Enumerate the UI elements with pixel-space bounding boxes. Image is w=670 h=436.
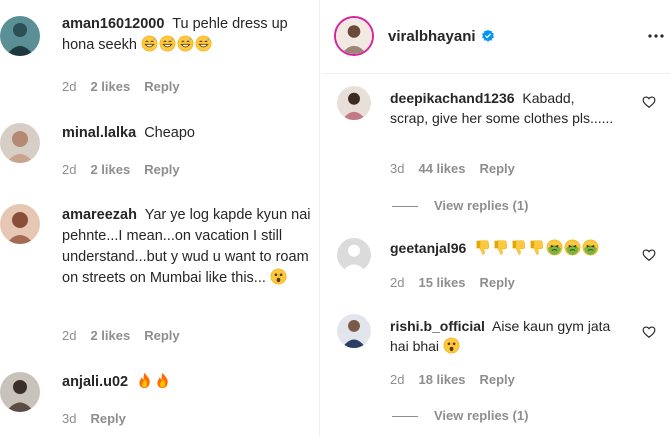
thumbs-down-emoji-icon: [528, 239, 545, 256]
comment-item: rishi.b_official Aise kaun gym jata hai …: [322, 304, 670, 436]
comments-panel-right: viralbhayani deepikachand1236 Kabadd, sc…: [322, 0, 670, 436]
avatar[interactable]: [0, 16, 40, 56]
reply-button[interactable]: Reply: [479, 275, 514, 290]
comment-username[interactable]: geetanjal96: [390, 240, 466, 256]
comment-item: minal.lalka Cheapo 2d 2 likes Reply: [0, 110, 318, 185]
nauseated-emoji-icon: [564, 239, 581, 256]
nauseated-emoji-icon: [546, 239, 563, 256]
comment-likes[interactable]: 18 likes: [418, 372, 465, 387]
astonished-emoji-icon: [270, 268, 287, 285]
view-replies-line: [392, 416, 418, 418]
header-avatar[interactable]: [334, 16, 374, 56]
comment-username[interactable]: amareezah: [62, 207, 137, 223]
comment-meta: 3d Reply: [62, 411, 140, 426]
reply-button[interactable]: Reply: [144, 79, 179, 94]
avatar[interactable]: [337, 314, 371, 348]
like-heart-icon[interactable]: [642, 325, 656, 339]
comment-time: 3d: [62, 411, 77, 426]
fire-emoji-icon: [154, 372, 171, 389]
comment-body: minal.lalka Cheapo: [62, 123, 316, 144]
comment-likes[interactable]: 15 likes: [418, 275, 465, 290]
view-replies-button[interactable]: View replies (1): [392, 198, 528, 213]
grinning-sweat-emoji-icon: [195, 35, 212, 52]
comment-likes[interactable]: 44 likes: [418, 161, 465, 176]
view-replies-button[interactable]: View replies (1): [392, 408, 528, 423]
grinning-sweat-emoji-icon: [177, 35, 194, 52]
like-heart-icon[interactable]: [642, 248, 656, 262]
comment-time: 2d: [62, 328, 77, 343]
panel-divider: [319, 0, 320, 436]
thumbs-down-emoji-icon: [474, 239, 491, 256]
avatar[interactable]: [337, 238, 371, 272]
avatar[interactable]: [0, 372, 40, 412]
comment-body: anjali.u02: [62, 372, 316, 393]
header-username[interactable]: viralbhayani: [388, 28, 476, 45]
avatar[interactable]: [337, 86, 371, 120]
more-options-icon[interactable]: [646, 28, 666, 44]
comment-body: rishi.b_official Aise kaun gym jata hai …: [390, 316, 630, 356]
comment-username[interactable]: rishi.b_official: [390, 318, 485, 334]
thumbs-down-emoji-icon: [510, 239, 527, 256]
reply-button[interactable]: Reply: [479, 372, 514, 387]
thumbs-down-emoji-icon: [492, 239, 509, 256]
nauseated-emoji-icon: [582, 239, 599, 256]
comment-time: 2d: [390, 372, 405, 387]
comment-likes[interactable]: 2 likes: [90, 328, 130, 343]
avatar[interactable]: [0, 123, 40, 163]
comment-item: geetanjal96 2d 15 likes Reply: [322, 228, 670, 303]
comment-meta: 2d 2 likes Reply: [62, 328, 194, 343]
comment-username[interactable]: deepikachand1236: [390, 90, 515, 106]
view-replies-label: View replies (1): [434, 408, 529, 423]
view-replies-label: View replies (1): [434, 198, 529, 213]
comment-meta: 2d 2 likes Reply: [62, 79, 194, 94]
reply-button[interactable]: Reply: [144, 328, 179, 343]
comments-panel-left: aman16012000 Tu pehle dress up hona seek…: [0, 0, 318, 436]
like-heart-icon[interactable]: [642, 95, 656, 109]
comment-item: deepikachand1236 Kabadd, scrap, give her…: [322, 76, 670, 216]
fire-emoji-icon: [136, 372, 153, 389]
avatar[interactable]: [0, 204, 40, 244]
view-replies-line: [392, 206, 418, 208]
astonished-emoji-icon: [443, 337, 460, 354]
reply-button[interactable]: Reply: [479, 161, 514, 176]
comment-item: anjali.u02 3d Reply: [0, 360, 318, 436]
comment-likes[interactable]: 2 likes: [90, 79, 130, 94]
comment-username[interactable]: aman16012000: [62, 16, 164, 32]
comment-username[interactable]: minal.lalka: [62, 125, 136, 141]
comment-likes[interactable]: 2 likes: [90, 162, 130, 177]
grinning-sweat-emoji-icon: [159, 35, 176, 52]
comment-meta: 2d 2 likes Reply: [62, 162, 194, 177]
comment-time: 2d: [62, 162, 77, 177]
comment-body: geetanjal96: [390, 238, 645, 258]
comment-item: aman16012000 Tu pehle dress up hona seek…: [0, 0, 318, 105]
grinning-sweat-emoji-icon: [141, 35, 158, 52]
reply-button[interactable]: Reply: [90, 411, 125, 426]
comment-body: amareezah Yar ye log kapde kyun nai pehn…: [62, 205, 312, 289]
post-header: viralbhayani: [322, 0, 670, 74]
reply-button[interactable]: Reply: [144, 162, 179, 177]
comment-time: 2d: [390, 275, 405, 290]
comment-meta: 2d 18 likes Reply: [390, 372, 529, 387]
comment-meta: 3d 44 likes Reply: [390, 161, 529, 176]
comment-time: 2d: [62, 79, 77, 94]
comment-time: 3d: [390, 161, 405, 176]
verified-badge-icon: [481, 29, 495, 43]
comment-text: Cheapo: [144, 125, 195, 141]
comment-username[interactable]: anjali.u02: [62, 374, 128, 390]
comment-meta: 2d 15 likes Reply: [390, 275, 529, 290]
comment-body: deepikachand1236 Kabadd, scrap, give her…: [390, 88, 615, 128]
comment-body: aman16012000 Tu pehle dress up hona seek…: [62, 14, 316, 56]
comment-item: amareezah Yar ye log kapde kyun nai pehn…: [0, 196, 318, 346]
